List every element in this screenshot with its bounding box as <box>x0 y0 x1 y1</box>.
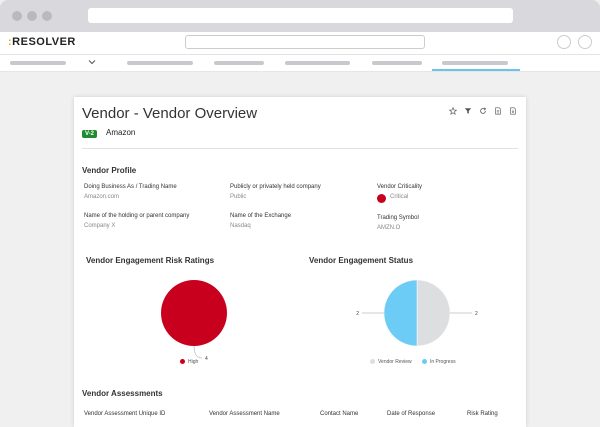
nav-tab-5-active[interactable] <box>442 61 508 65</box>
column-header-date-of-response[interactable]: Date of Response <box>387 411 435 417</box>
nav-tab-2[interactable] <box>214 61 264 65</box>
window-maximize-icon[interactable] <box>42 11 52 21</box>
app-selector[interactable] <box>10 61 66 65</box>
address-bar[interactable] <box>88 8 513 23</box>
nav-tab-3[interactable] <box>285 61 350 65</box>
nav-tab-1[interactable] <box>127 61 193 65</box>
legend-in-progress-swatch <box>422 359 427 364</box>
window-close-icon[interactable] <box>12 11 22 21</box>
exchange-value: Nasdaq <box>230 223 251 229</box>
engagement-status-pie-chart: 22 <box>356 279 478 347</box>
column-header-unique-id[interactable]: Vendor Assessment Unique ID <box>84 411 165 417</box>
criticality-indicator <box>377 194 386 203</box>
pie-slice-status-in-progress[interactable] <box>383 279 418 347</box>
star-icon[interactable] <box>449 107 457 115</box>
risk-chart-title: Vendor Engagement Risk Ratings <box>86 256 215 265</box>
dba-value: Amazon.com <box>84 194 120 200</box>
criticality-value: Critical <box>390 194 409 200</box>
column-header-risk-rating[interactable]: Risk Rating <box>467 411 498 417</box>
legend-high-swatch <box>180 359 185 364</box>
pie-value-label-status-1: 2 <box>356 311 359 317</box>
legend-vendor-review-swatch <box>370 359 375 364</box>
help-button[interactable] <box>557 35 571 49</box>
dba-label: Doing Business As / Trading Name <box>84 184 177 190</box>
public-label: Publicly or privately held company <box>230 184 321 190</box>
window-minimize-icon[interactable] <box>27 11 37 21</box>
header-divider <box>82 148 518 149</box>
pie-slice-status-vendor-review[interactable] <box>416 279 451 347</box>
risk-rating-pie-chart: 4 <box>161 280 227 362</box>
status-badge: V-2 <box>82 130 98 138</box>
exchange-label: Name of the Exchange <box>230 213 292 219</box>
public-value: Public <box>230 194 247 200</box>
symbol-label: Trading Symbol <box>377 215 419 221</box>
legend-vendor-review-label[interactable]: Vendor Review <box>378 359 412 365</box>
pie-leader-risk-0 <box>193 345 203 359</box>
global-search-input[interactable] <box>185 35 425 49</box>
pie-value-label-status-0: 2 <box>475 311 478 317</box>
vendor-profile-heading: Vendor Profile <box>82 166 137 175</box>
symbol-value: AMZN.O <box>377 225 401 231</box>
chevron-down-icon[interactable] <box>88 58 96 66</box>
browser-titlebar <box>0 0 600 32</box>
app-header: :RESOLVER <box>0 32 600 55</box>
refresh-icon[interactable] <box>479 107 487 115</box>
column-header-contact-name[interactable]: Contact Name <box>320 411 358 417</box>
holding-value: Company X <box>84 223 116 229</box>
vendor-assessments-heading: Vendor Assessments <box>82 389 163 398</box>
vendor-name: Amazon <box>106 128 136 137</box>
criticality-label: Vendor Criticality <box>377 184 423 190</box>
pie-value-label-risk-0: 4 <box>205 356 208 362</box>
pie-slice-risk-high[interactable] <box>161 280 227 346</box>
resolver-logo[interactable]: :RESOLVER <box>8 36 76 48</box>
legend-high-label[interactable]: High <box>188 359 198 365</box>
active-tab-indicator <box>432 69 520 71</box>
page-title: Vendor - Vendor Overview <box>82 105 258 122</box>
holding-label: Name of the holding or parent company <box>84 213 190 219</box>
legend-in-progress-label[interactable]: In Progress <box>430 359 456 365</box>
nav-tab-4[interactable] <box>372 61 422 65</box>
main-nav <box>0 55 600 72</box>
user-avatar-button[interactable] <box>578 35 592 49</box>
export-icon[interactable] <box>509 107 517 115</box>
vendor-overview-panel: Vendor - Vendor Overview V-2 Amazon Vend… <box>74 97 526 427</box>
status-chart-title: Vendor Engagement Status <box>309 256 414 265</box>
browser-window: :RESOLVER Vendor - Vendor Overview V-2 A… <box>0 0 600 427</box>
column-header-assessment-name[interactable]: Vendor Assessment Name <box>209 411 280 417</box>
filter-icon[interactable] <box>464 107 472 115</box>
document-icon[interactable] <box>494 107 502 115</box>
